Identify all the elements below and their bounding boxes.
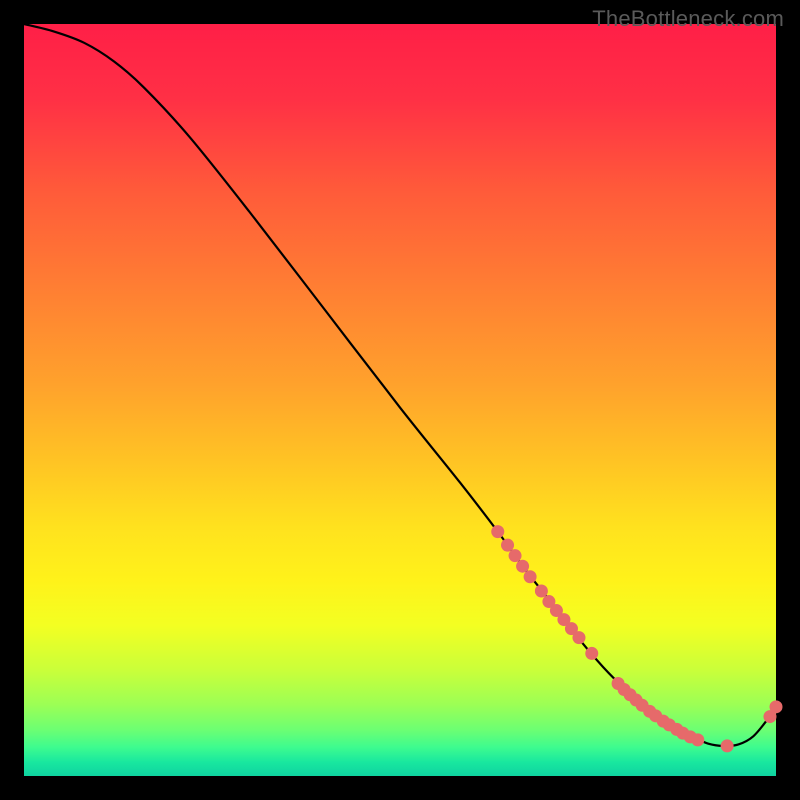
scatter-point [585,647,598,660]
scatter-point [572,631,585,644]
scatter-point [770,700,783,713]
plot-background [24,24,776,776]
scatter-point [721,739,734,752]
scatter-point [535,585,548,598]
chart-stage: TheBottleneck.com [0,0,800,800]
chart-canvas [0,0,800,800]
watermark-text: TheBottleneck.com [592,6,784,32]
scatter-point [516,560,529,573]
scatter-point [491,525,504,538]
scatter-point [501,539,514,552]
scatter-point [509,549,522,562]
scatter-point [524,570,537,583]
scatter-point [691,733,704,746]
